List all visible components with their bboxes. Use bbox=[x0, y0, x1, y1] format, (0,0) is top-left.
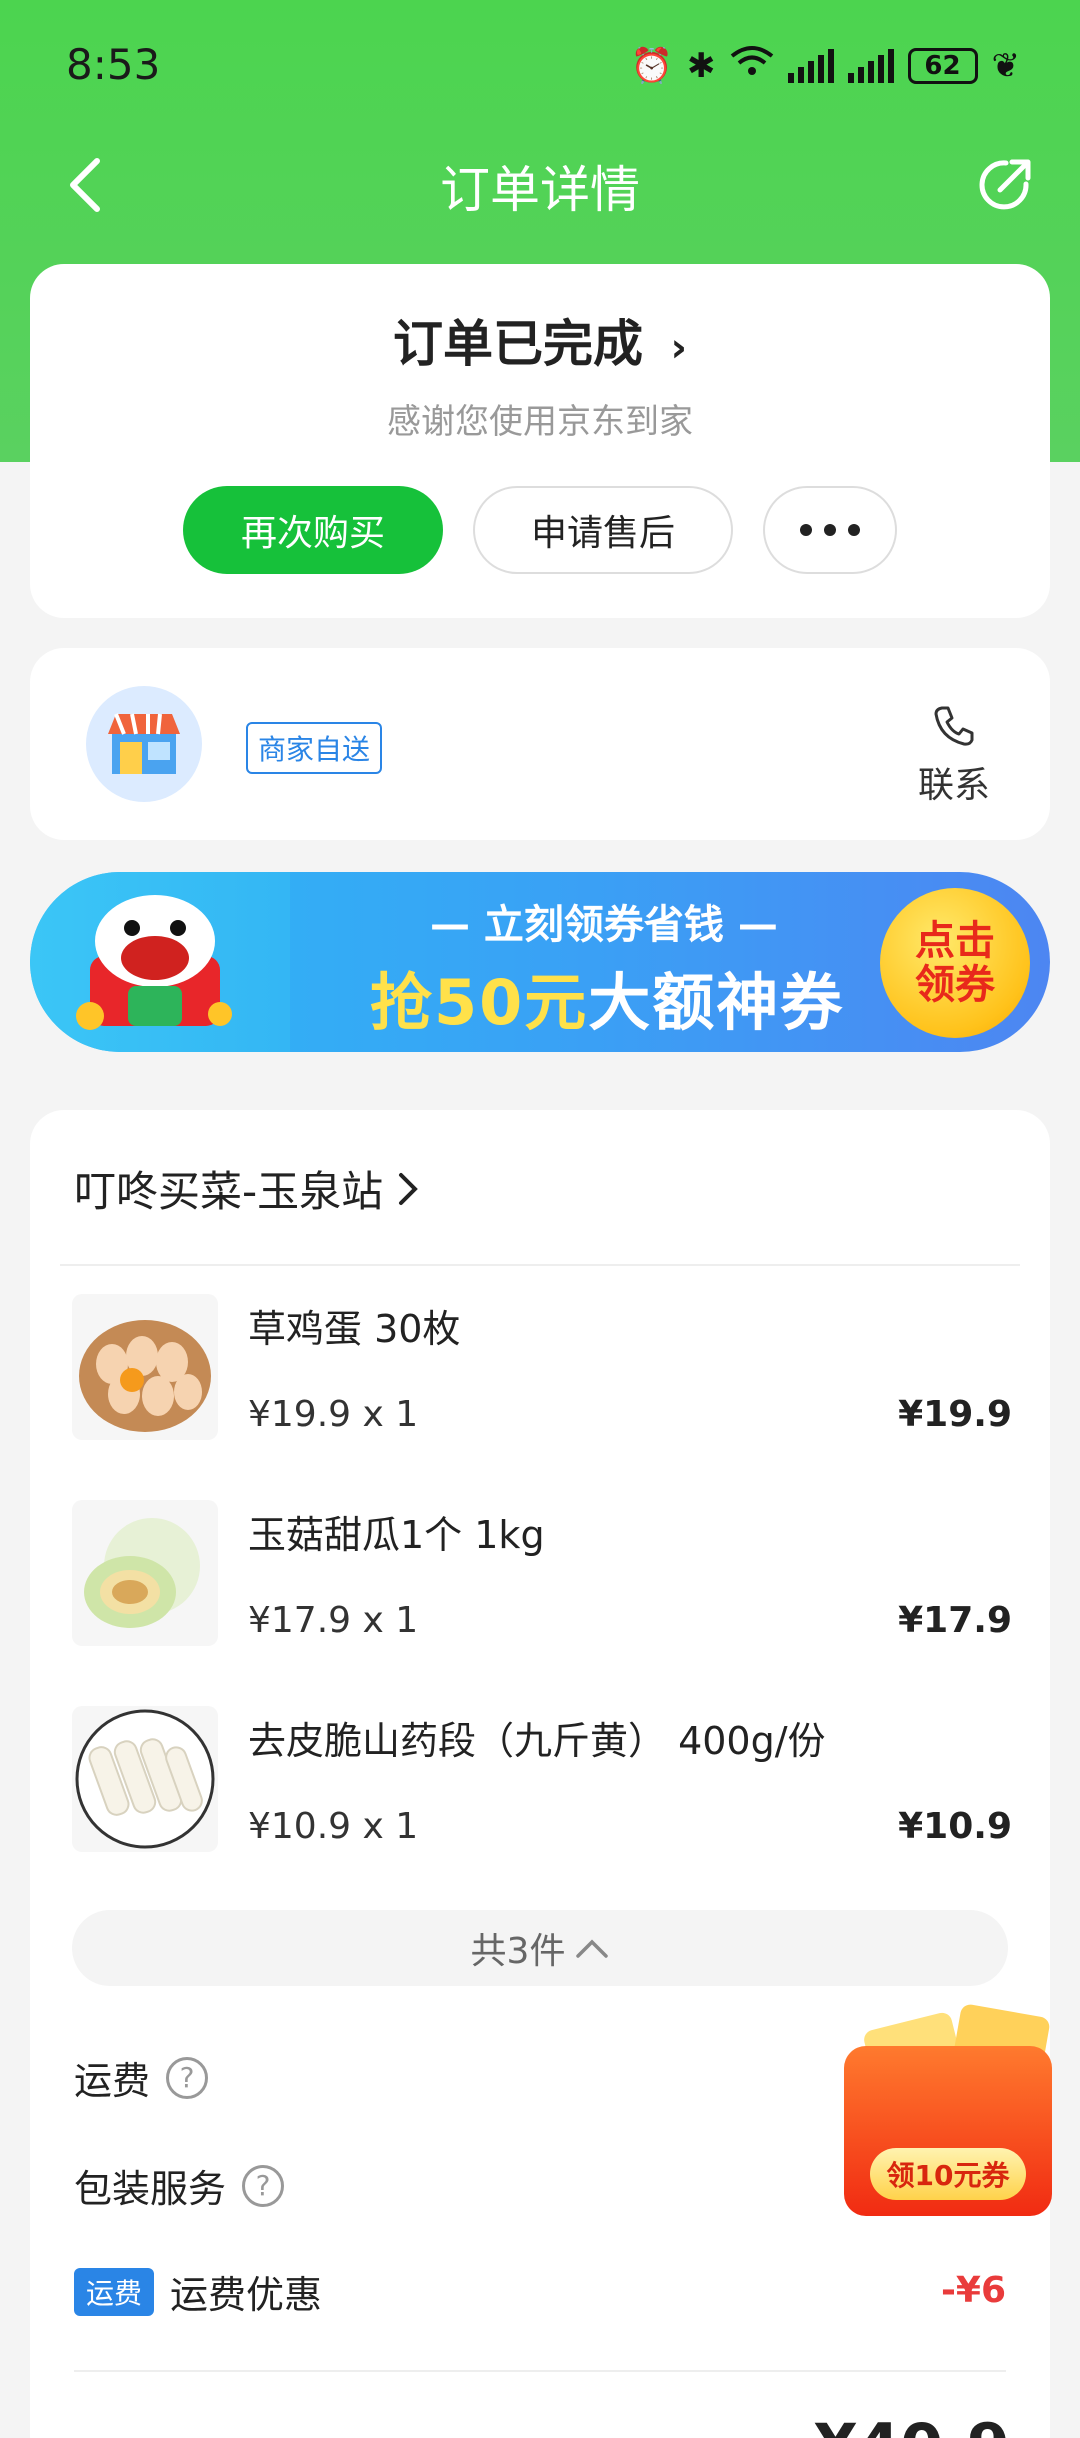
product-total: ¥17.9 bbox=[898, 1600, 1012, 1641]
item-count-toggle[interactable]: 共3件 bbox=[72, 1910, 1008, 1986]
store-avatar[interactable] bbox=[86, 686, 202, 802]
product-unit-price: ¥10.9 x 1 bbox=[248, 1806, 419, 1847]
more-dots-icon bbox=[800, 524, 860, 536]
leaf-icon: ❦ bbox=[991, 45, 1021, 86]
shipping-discount-label: 运费优惠 bbox=[170, 2273, 323, 2317]
status-icons: ⏰ ✱ 62 ❦ bbox=[631, 44, 1020, 87]
delivery-tag: 商家自送 bbox=[246, 722, 383, 774]
list-item[interactable]: 玉菇甜瓜1个 1kg ¥17.9 x 1 ¥17.9 bbox=[72, 1500, 1012, 1650]
more-button[interactable] bbox=[763, 486, 897, 574]
banner-line2-highlight: 抢50元 bbox=[370, 966, 589, 1039]
order-total-partial: ¥40.9 bbox=[814, 2410, 1010, 2438]
contact-label: 联系 bbox=[917, 765, 990, 806]
list-item[interactable]: 草鸡蛋 30枚 ¥19.9 x 1 ¥19.9 bbox=[72, 1294, 1012, 1444]
signal-icon bbox=[787, 48, 834, 83]
item-count-label: 共3件 bbox=[470, 1931, 566, 1972]
floating-coupon-label: 领10元券 bbox=[870, 2148, 1026, 2200]
banner-line2-text: 大额神券 bbox=[588, 966, 845, 1039]
product-unit-price: ¥17.9 x 1 bbox=[248, 1600, 419, 1641]
help-icon[interactable]: ? bbox=[242, 2164, 285, 2207]
shipping-discount-value: -¥6 bbox=[940, 2270, 1006, 2311]
list-item[interactable]: 去皮脆山药段（九斤黄） 400g/份 ¥10.9 x 1 ¥10.9 bbox=[72, 1706, 1012, 1856]
buy-again-button[interactable]: 再次购买 bbox=[183, 486, 443, 574]
status-bar: 8:53 ⏰ ✱ 62 ❦ bbox=[0, 0, 1080, 130]
product-unit-price: ¥19.9 x 1 bbox=[248, 1394, 419, 1435]
floating-coupon-button[interactable]: 领10元券 bbox=[840, 2003, 1056, 2220]
banner-line1: — 立刻领券省钱 — bbox=[430, 902, 778, 948]
wifi-icon bbox=[730, 44, 774, 87]
packaging-fee-row: 包装服务 ? bbox=[74, 2158, 285, 2213]
product-name: 去皮脆山药段（九斤黄） 400g/份 bbox=[248, 1719, 826, 1763]
product-image-melon bbox=[72, 1500, 218, 1646]
battery-icon: 62 bbox=[907, 47, 978, 84]
badge-top-text: 点击 bbox=[915, 918, 995, 964]
coupon-banner[interactable]: — 立刻领券省钱 — 抢50元大额神券 点击 领券 bbox=[30, 872, 1050, 1052]
banner-line2: 抢50元大额神券 bbox=[370, 952, 844, 1042]
after-sale-button[interactable]: 申请售后 bbox=[473, 486, 733, 574]
shipping-fee-row: 运费 ? bbox=[74, 2050, 209, 2105]
packaging-fee-label: 包装服务 bbox=[74, 2167, 227, 2211]
product-total: ¥19.9 bbox=[898, 1394, 1012, 1435]
contact-button[interactable]: 联系 bbox=[918, 704, 990, 808]
product-name: 草鸡蛋 30枚 bbox=[248, 1307, 461, 1351]
divider bbox=[74, 2370, 1006, 2372]
phone-icon bbox=[934, 706, 974, 746]
shipping-discount-row: 运费 运费优惠 bbox=[74, 2264, 322, 2319]
goods-card: 叮咚买菜-玉泉站 草鸡蛋 30枚 ¥19.9 x 1 ¥19.9 玉菇甜瓜1个 … bbox=[30, 1110, 1050, 2438]
product-image-eggs bbox=[72, 1294, 218, 1440]
product-name: 玉菇甜瓜1个 1kg bbox=[248, 1513, 545, 1557]
product-total: ¥10.9 bbox=[898, 1806, 1012, 1847]
product-image-yam bbox=[72, 1706, 218, 1852]
badge-bottom-text: 领券 bbox=[915, 962, 995, 1008]
order-status-title[interactable]: 订单已完成 › bbox=[30, 304, 1050, 376]
divider bbox=[60, 1264, 1020, 1266]
shop-name-link[interactable]: 叮咚买菜-玉泉站 bbox=[74, 1158, 419, 1219]
alarm-icon: ⏰ bbox=[630, 45, 673, 86]
share-icon bbox=[979, 159, 1031, 210]
order-subtitle: 感谢您使用京东到家 bbox=[387, 402, 693, 442]
mascot-dog-icon bbox=[76, 895, 232, 1030]
page-title: 订单详情 bbox=[440, 161, 640, 219]
shipping-fee-label: 运费 bbox=[74, 2059, 151, 2103]
order-actions: 再次购买 申请售后 bbox=[30, 486, 1050, 574]
store-icon bbox=[108, 713, 180, 774]
shipping-discount-badge: 运费 bbox=[74, 2267, 155, 2316]
share-button[interactable] bbox=[970, 150, 1040, 220]
help-icon[interactable]: ? bbox=[166, 2056, 209, 2099]
order-status-card: 订单已完成 › 感谢您使用京东到家 再次购买 申请售后 bbox=[30, 264, 1050, 618]
store-card: 商家自送 联系 bbox=[30, 648, 1050, 840]
chevron-right-icon: › bbox=[670, 325, 687, 371]
bluetooth-icon: ✱ bbox=[687, 45, 716, 86]
nav-bar: 订单详情 bbox=[0, 130, 1080, 240]
chevron-right-icon bbox=[399, 1172, 418, 1205]
shop-name: 叮咚买菜-玉泉站 bbox=[74, 1167, 384, 1216]
order-status-text: 订单已完成 bbox=[393, 315, 644, 373]
status-time: 8:53 bbox=[66, 40, 161, 89]
signal-icon-2 bbox=[847, 48, 894, 83]
banner-claim-badge[interactable]: 点击 领券 bbox=[880, 888, 1030, 1038]
chevron-up-icon bbox=[576, 1939, 609, 1958]
